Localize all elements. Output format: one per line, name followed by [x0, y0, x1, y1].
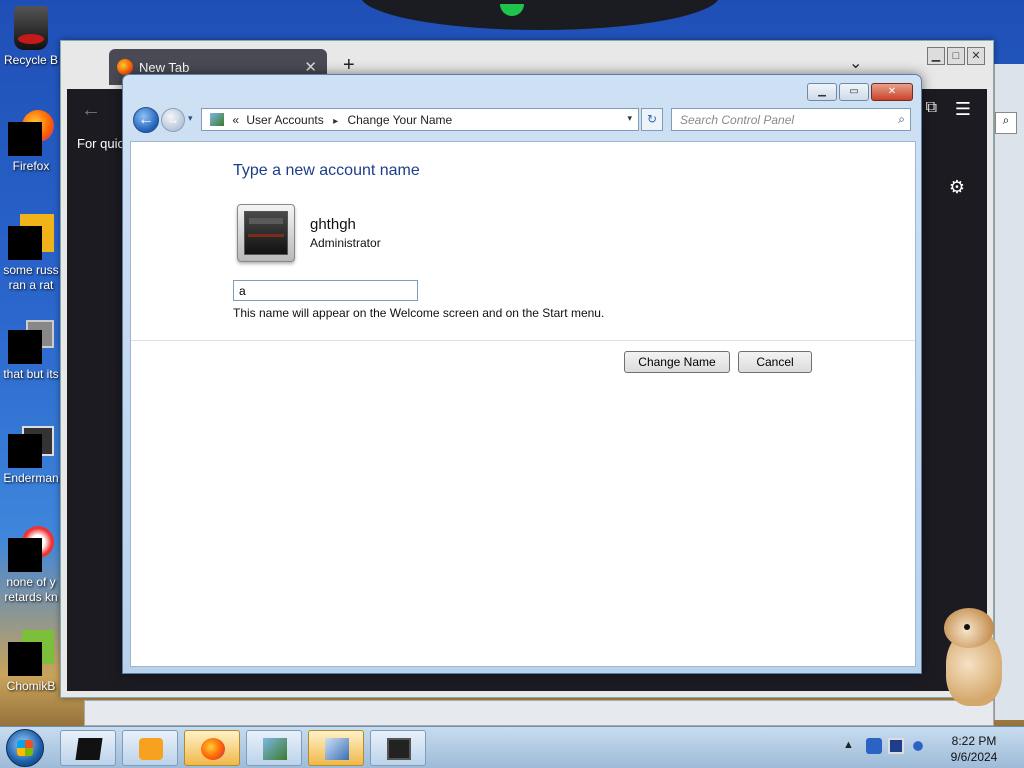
firefox-icon: [8, 110, 54, 156]
desktop-icon-that-but-its[interactable]: that but its: [0, 318, 62, 382]
desktop-icon-recycle-bin[interactable]: Recycle B: [0, 6, 62, 68]
divider: [131, 340, 915, 341]
browser-icon: [8, 526, 54, 572]
close-button[interactable]: ✕: [967, 47, 985, 65]
change-name-button[interactable]: Change Name: [624, 351, 730, 373]
breadcrumb-change-your-name[interactable]: Change Your Name: [347, 113, 452, 127]
windows-logo-icon: [17, 740, 33, 756]
breadcrumb-separator-icon[interactable]: ▸: [333, 116, 338, 127]
user-role: Administrator: [310, 236, 381, 250]
hamster-desktop-pet[interactable]: [938, 604, 1008, 708]
menu-icon[interactable]: ☰: [955, 99, 971, 120]
search-icon[interactable]: ⌕: [898, 112, 905, 127]
browser-window-controls: ▁ □ ✕: [927, 47, 985, 65]
firefox-icon: [201, 738, 225, 760]
clock-time: 8:22 PM: [951, 734, 997, 748]
taskbar-app-tool[interactable]: [246, 730, 302, 766]
taskbar-app-monitor[interactable]: [370, 730, 426, 766]
new-account-name-input[interactable]: [233, 280, 418, 301]
refresh-button[interactable]: ↻: [641, 108, 663, 131]
network-icon[interactable]: [888, 738, 904, 754]
control-panel-icon: [325, 738, 349, 760]
application-icon: [8, 422, 54, 468]
wallpaper-green-light: [500, 4, 524, 16]
list-tabs-icon[interactable]: ⌄: [849, 53, 862, 73]
window-stack-icon: [8, 318, 54, 364]
minimize-button[interactable]: ▁: [927, 47, 945, 65]
desktop-icon-label: ChomikB: [6, 679, 56, 693]
search-input[interactable]: Search Control Panel ⌕: [671, 108, 911, 131]
desktop-icon-label: Recycle B: [3, 53, 59, 67]
main-content: Type a new account name ghthgh Administr…: [130, 141, 916, 667]
desktop-icon-some-russ[interactable]: some russ ran a rat: [0, 214, 62, 293]
window-controls: ▁ ▭ ✕: [807, 83, 913, 101]
hamster-app-icon: [8, 630, 54, 676]
recycle-bin-icon: [14, 6, 48, 50]
address-dropdown-icon[interactable]: ▾: [627, 113, 632, 124]
document-icon: [8, 214, 54, 260]
address-bar[interactable]: « User Accounts ▸ Change Your Name ▾: [201, 108, 639, 131]
maximize-button[interactable]: □: [947, 47, 965, 65]
notification-area: [866, 738, 926, 754]
desktop-icon-label: that but its: [3, 367, 59, 381]
cancel-button[interactable]: Cancel: [738, 351, 812, 373]
page-title: Type a new account name: [233, 162, 420, 179]
desktop-icon-label: some russ ran a rat: [3, 263, 59, 292]
navigation-bar: ← → ▾ « User Accounts ▸ Change Your Name…: [131, 107, 913, 133]
back-button[interactable]: ←: [133, 107, 159, 133]
security-icon[interactable]: [866, 738, 882, 754]
taskbar-app-firefox[interactable]: [184, 730, 240, 766]
gear-icon[interactable]: ⚙: [949, 177, 965, 198]
desktop-wallpaper-ornament: [360, 0, 720, 30]
control-panel-icon: [210, 113, 224, 126]
desktop-icon-label: none of y retards kn: [4, 575, 58, 604]
back-arrow-icon[interactable]: ←: [81, 99, 101, 122]
search-placeholder: Search Control Panel: [680, 113, 795, 127]
quick-search-text: For quic: [77, 136, 124, 151]
maximize-button[interactable]: ▭: [839, 83, 869, 101]
media-player-icon: [139, 738, 163, 760]
breadcrumb-overflow[interactable]: «: [232, 113, 239, 127]
desktop-icon-enderman[interactable]: Enderman: [0, 422, 62, 486]
volume-icon[interactable]: [910, 738, 926, 754]
desktop-icon-label: Enderman: [3, 471, 59, 485]
minimize-button[interactable]: ▁: [807, 83, 837, 101]
monitor-icon: [387, 738, 411, 760]
show-hidden-icons-button[interactable]: ▲: [843, 739, 854, 751]
user-name: ghthgh: [310, 216, 356, 233]
taskbar-app-black-box[interactable]: [60, 730, 116, 766]
name-hint: This name will appear on the Welcome scr…: [233, 306, 605, 320]
desktop-icon-label: Firefox: [12, 159, 50, 173]
background-window-bottom: [84, 700, 994, 726]
control-panel-window: ▁ ▭ ✕ ← → ▾ « User Accounts ▸ Change You…: [122, 74, 922, 674]
extensions-icon[interactable]: ⧉: [926, 99, 937, 117]
desktop-icon-firefox[interactable]: Firefox: [0, 110, 62, 174]
clock[interactable]: 8:22 PM 9/6/2024: [944, 733, 1004, 765]
breadcrumb-user-accounts[interactable]: User Accounts: [246, 113, 323, 127]
tab-label: New Tab: [139, 60, 190, 75]
taskbar-app-control-panel[interactable]: [308, 730, 364, 766]
desktop-icon-chomikb[interactable]: ChomikB: [0, 630, 62, 694]
desktop-icon-none-of-y[interactable]: none of y retards kn: [0, 526, 62, 605]
black-cube-icon: [75, 738, 103, 760]
taskbar-app-media-player[interactable]: [122, 730, 178, 766]
start-button[interactable]: [6, 729, 44, 767]
taskbar: ▲ 8:22 PM 9/6/2024: [0, 726, 1024, 768]
clock-date: 9/6/2024: [950, 750, 998, 764]
recent-pages-dropdown[interactable]: ▾: [188, 113, 193, 124]
search-icon[interactable]: ⌕: [995, 112, 1017, 134]
user-avatar: [237, 204, 295, 262]
close-button[interactable]: ✕: [871, 83, 913, 101]
firefox-icon: [117, 59, 133, 75]
forward-button[interactable]: →: [161, 108, 185, 132]
tool-icon: [263, 738, 287, 760]
